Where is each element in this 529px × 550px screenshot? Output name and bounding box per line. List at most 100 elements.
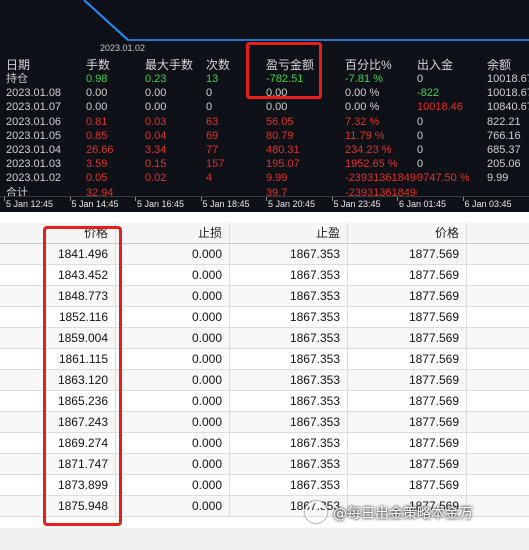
stats-cell-count: 157 [206, 158, 225, 171]
stats-cell-date: 持仓 [6, 73, 28, 85]
cell-current-price: 1877.569 [348, 391, 467, 412]
time-axis-label: 5 Jan 16:45 [137, 199, 185, 209]
time-axis-tick [135, 197, 136, 201]
time-axis-label: 5 Jan 23:45 [333, 199, 381, 209]
stats-cell-balance: 9.99 [487, 172, 509, 185]
stats-cell-percent: 0.00 % [345, 101, 380, 114]
stats-cell-percent: 0.00 % [345, 87, 380, 100]
cell-stop-loss: 0.000 [116, 391, 230, 412]
cell-stop-loss: 0.000 [116, 475, 230, 496]
cell-take-profit: 1867.353 [230, 433, 348, 454]
stats-cell-max-lots: 0.02 [145, 172, 167, 185]
time-axis-label: 5 Jan 12:45 [6, 199, 54, 209]
stats-cell-lots: 0.81 [86, 115, 108, 128]
time-axis-label: 6 Jan 03:45 [464, 199, 512, 209]
cell-stop-loss: 0.000 [116, 328, 230, 349]
cell-stop-loss: 0.000 [116, 286, 230, 307]
cell-stop-loss: 0.000 [116, 244, 230, 265]
stats-cell-lots: 0.00 [86, 101, 108, 114]
cell-take-profit: 1867.353 [230, 349, 348, 370]
header-date: 日期 [6, 58, 31, 72]
time-axis-tick [69, 197, 71, 201]
stats-cell-max-lots: 0.03 [145, 115, 167, 128]
time-axis: 5 Jan 12:45 5 Jan 14:45 5 Jan 16:45 5 Jan 1… [0, 196, 529, 212]
stats-cell-count: 0 [206, 101, 213, 114]
cell-current-price: 1877.569 [348, 412, 467, 433]
cell-stop-loss: 0.000 [116, 433, 230, 454]
cell-take-profit: 1867.353 [230, 391, 348, 412]
stats-row: 2023.01.06 0.81 0.03 63 56.05 7.32 % 0 822.21 [0, 115, 529, 129]
stats-cell-max-lots: 0.23 [145, 73, 167, 85]
col-header-current-price[interactable]: 价格 [348, 223, 467, 244]
cell-current-price: 1877.569 [348, 349, 467, 370]
stats-row: 2023.01.03 3.59 0.15 157 195.07 1952.65 % 0 205… [0, 157, 529, 171]
cell-take-profit: 1867.353 [230, 475, 348, 496]
cell-extra [467, 391, 529, 412]
stats-cell-pnl: 9.99 [266, 172, 288, 185]
time-axis-tick [397, 197, 398, 201]
time-axis-tick [462, 197, 464, 201]
col-header-stop-loss[interactable]: 止损 [116, 223, 230, 244]
stats-cell-date: 2023.01.08 [6, 87, 62, 100]
stats-cell-percent: 1952.65 % [345, 158, 398, 171]
cell-stop-loss: 0.000 [116, 349, 230, 370]
cell-take-profit: 1867.353 [230, 454, 348, 475]
cell-take-profit: 1867.353 [230, 265, 348, 286]
cell-take-profit: 1867.353 [230, 307, 348, 328]
stats-cell-count: 69 [206, 129, 219, 142]
cell-extra [467, 496, 529, 517]
time-axis-label: 5 Jan 18:45 [202, 199, 250, 209]
stats-cell-balance: 10018.67 [487, 87, 529, 100]
stats-cell-percent: 234.23 % [345, 144, 392, 156]
stats-cell-max-lots: 0.04 [145, 129, 167, 142]
stats-cell-balance: 10840.67 [487, 101, 529, 114]
cell-current-price: 1877.569 [348, 244, 467, 265]
stats-cell-percent: 7.32 % [345, 115, 380, 128]
cell-current-price: 1877.569 [348, 307, 467, 328]
cell-extra [467, 433, 529, 454]
cell-current-price: 1877.569 [348, 454, 467, 475]
stats-cell-max-lots: 3.34 [145, 144, 167, 156]
cell-current-price: 1877.569 [348, 433, 467, 454]
stats-cell-percent: -23931361849097 [345, 172, 417, 185]
header-percent: 百分比% [345, 58, 392, 72]
stats-cell-balance: 685.37 [487, 144, 521, 156]
cell-take-profit: 1867.353 [230, 328, 348, 349]
time-axis-tick [200, 197, 202, 201]
cell-stop-loss: 0.000 [116, 370, 230, 391]
weibo-logo-icon [305, 501, 327, 523]
stats-row: 2023.01.04 26.66 3.34 77 480.31 234.23 % 0 685.… [0, 143, 529, 157]
stats-cell-lots: 0.98 [86, 73, 108, 85]
cell-extra [467, 244, 529, 265]
header-deposit: 出入金 [417, 58, 454, 72]
stats-cell-deposit: -822 [417, 87, 440, 100]
stats-cell-lots: 0.00 [86, 87, 108, 100]
cell-extra [467, 328, 529, 349]
stats-cell-pnl: 56.05 [266, 115, 294, 128]
col-header-extra[interactable] [467, 223, 529, 244]
highlight-box-price-column [43, 226, 122, 526]
stats-cell-count: 77 [206, 144, 219, 156]
footer-band [0, 528, 529, 550]
stats-cell-deposit: 10018.46 [417, 101, 463, 114]
cell-extra [467, 370, 529, 391]
stats-cell-deposit: 9747.50 % [417, 172, 470, 185]
header-lots: 手数 [86, 58, 111, 72]
watermark-text: @每日出金策略本金万 [333, 506, 473, 522]
stats-cell-date: 2023.01.06 [6, 115, 62, 128]
stats-cell-date: 2023.01.02 [6, 172, 62, 185]
stats-cell-max-lots: 0.00 [145, 87, 167, 100]
cell-extra [467, 286, 529, 307]
stats-cell-balance: 766.16 [487, 129, 521, 142]
cell-extra [467, 307, 529, 328]
stats-cell-deposit: 0 [417, 115, 424, 128]
equity-chart-panel: 2023.01.02 日期 手数 最大手数 次数 盈亏金额 百分比% 出入金 余… [0, 0, 529, 212]
header-balance: 余额 [487, 58, 512, 72]
cell-stop-loss: 0.000 [116, 412, 230, 433]
col-header-take-profit[interactable]: 止盈 [230, 223, 348, 244]
cell-stop-loss: 0.000 [116, 307, 230, 328]
stats-cell-max-lots: 0.00 [145, 101, 167, 114]
cell-take-profit: 1867.353 [230, 412, 348, 433]
cell-stop-loss: 0.000 [116, 265, 230, 286]
cell-take-profit: 1867.353 [230, 496, 348, 517]
